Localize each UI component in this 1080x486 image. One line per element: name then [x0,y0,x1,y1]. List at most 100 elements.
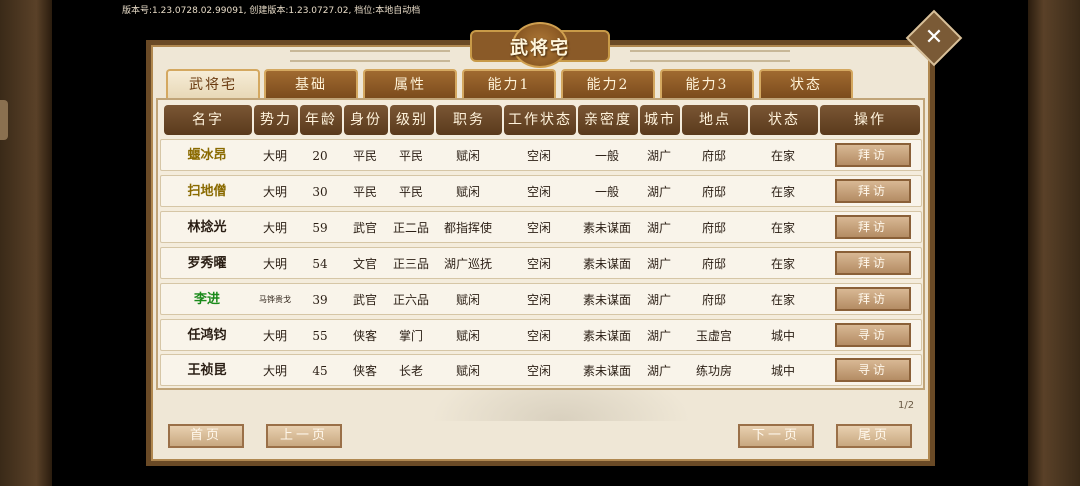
cell-city: 湖广 [646,364,671,378]
page-indicator: 1/2 [898,400,915,411]
table-row[interactable]: 王祯昆 大明 45 侠客 长老 赋闲 空闲 素未谋面 湖广 练功房 城中 寻访 [160,354,922,386]
cell-name: 林捻光 [187,220,227,235]
cell-age: 30 [312,185,328,199]
cell-intimacy: 素未谋面 [582,329,631,343]
cell-place: 府邸 [701,293,726,307]
column-header: 城市 [640,105,680,135]
column-header: 操作 [820,105,920,135]
column-header: 身份 [344,105,388,135]
column-header: 势力 [254,105,298,135]
tab-3[interactable]: 能力1 [462,69,556,99]
first-page-button[interactable]: 首页 [168,424,244,448]
cell-place: 府邸 [701,257,726,271]
table-row[interactable]: 任鸿钧 大明 55 侠客 掌门 赋闲 空闲 素未谋面 湖广 玉虚宫 城中 寻访 [160,319,922,351]
cell-faction: 大明 [262,329,287,343]
cell-city: 湖广 [646,149,671,163]
table-row[interactable]: 蝘冰昂 大明 20 平民 平民 赋闲 空闲 一般 湖广 府邸 在家 拜访 [160,139,922,171]
cell-faction: 大明 [262,257,287,271]
cell-faction: 大明 [262,364,287,378]
table-row[interactable]: 林捻光 大明 59 武官 正二品 都指挥使 空闲 素未谋面 湖广 府邸 在家 拜访 [160,211,922,243]
cell-work: 空闲 [526,149,551,163]
title-banner: 武将宅 [450,20,630,68]
tab-0[interactable]: 武将宅 [166,69,260,101]
cell-intimacy: 素未谋面 [582,257,631,271]
next-page-button[interactable]: 下一页 [738,424,814,448]
cell-age: 55 [312,329,328,343]
cell-age: 20 [312,149,328,163]
cell-status: 在家 [770,221,795,235]
cell-intimacy: 素未谋面 [582,364,631,378]
visit-button[interactable]: 拜访 [835,143,911,167]
cell-status: 城中 [770,329,795,343]
visit-button[interactable]: 拜访 [835,179,911,203]
column-header: 状态 [750,105,818,135]
visit-button[interactable]: 拜访 [835,215,911,239]
visit-button[interactable]: 寻访 [835,323,911,347]
cell-post: 赋闲 [455,149,480,163]
table-row[interactable]: 罗秀曜 大明 54 文官 正三品 湖广巡抚 空闲 素未谋面 湖广 府邸 在家 拜访 [160,247,922,279]
decorative-border-right [630,50,790,62]
cell-work: 空闲 [526,364,551,378]
cell-intimacy: 一般 [594,149,619,163]
prev-page-button[interactable]: 上一页 [266,424,342,448]
cell-post: 赋闲 [455,185,480,199]
cell-rank: 正二品 [392,221,429,235]
tab-5[interactable]: 能力3 [660,69,754,99]
cell-place: 练功房 [695,364,732,378]
cell-name: 李进 [193,292,220,307]
cell-identity: 武官 [352,221,377,235]
column-header: 年龄 [300,105,342,135]
cell-city: 湖广 [646,257,671,271]
cell-rank: 掌门 [398,329,423,343]
tab-6[interactable]: 状态 [759,69,853,99]
cell-work: 空闲 [526,329,551,343]
tab-2[interactable]: 属性 [363,69,457,99]
cell-status: 在家 [770,149,795,163]
cell-post: 赋闲 [455,364,480,378]
cell-faction: 大明 [262,149,287,163]
cell-city: 湖广 [646,185,671,199]
cell-name: 扫地僧 [187,184,227,199]
cell-name: 蝘冰昂 [187,148,227,163]
close-icon: ✕ [924,25,944,50]
cell-city: 湖广 [646,329,671,343]
cell-work: 空闲 [526,257,551,271]
table-row[interactable]: 李进 马铧贵戈 39 武官 正六品 赋闲 空闲 素未谋面 湖广 府邸 在家 拜访 [160,283,922,315]
cell-status: 在家 [770,257,795,271]
cell-identity: 武官 [352,293,377,307]
decorative-border-left [290,50,450,62]
column-header: 级别 [390,105,434,135]
cell-age: 39 [312,293,328,307]
cell-identity: 文官 [352,257,377,271]
cell-faction: 马铧贵戈 [259,295,291,304]
cell-name: 任鸿钧 [187,328,227,343]
cell-name: 罗秀曜 [187,256,227,271]
visit-button[interactable]: 拜访 [835,251,911,275]
visit-button[interactable]: 寻访 [835,358,911,382]
tab-1[interactable]: 基础 [264,69,358,99]
column-header: 职务 [436,105,502,135]
cell-rank: 平民 [398,149,423,163]
window-title: 武将宅 [510,38,570,59]
left-frame [0,0,52,486]
cell-faction: 大明 [262,185,287,199]
cell-status: 城中 [770,364,795,378]
tab-4[interactable]: 能力2 [561,69,655,99]
cell-name: 王祯昆 [187,363,227,378]
cell-status: 在家 [770,185,795,199]
cell-work: 空闲 [526,293,551,307]
last-page-button[interactable]: 尾页 [836,424,912,448]
cell-post: 赋闲 [455,293,480,307]
cell-city: 湖广 [646,221,671,235]
cell-intimacy: 素未谋面 [582,293,631,307]
side-handle[interactable] [0,100,8,140]
cell-faction: 大明 [262,221,287,235]
visit-button[interactable]: 拜访 [835,287,911,311]
table-row[interactable]: 扫地僧 大明 30 平民 平民 赋闲 空闲 一般 湖广 府邸 在家 拜访 [160,175,922,207]
cell-identity: 侠客 [352,364,377,378]
cell-city: 湖广 [646,293,671,307]
cell-place: 府邸 [701,221,726,235]
cell-rank: 正三品 [392,257,429,271]
column-header: 地点 [682,105,748,135]
cell-place: 玉虚宫 [695,329,732,343]
